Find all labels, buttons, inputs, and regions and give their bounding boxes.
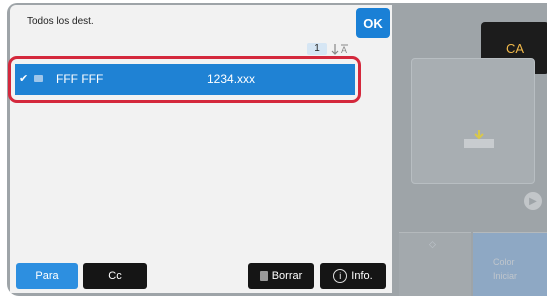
- ok-label: OK: [363, 15, 383, 31]
- preview-panel: [411, 58, 535, 184]
- color-start-button: Color Iniciar: [473, 232, 547, 296]
- dialog-title: Todos los dest.: [27, 16, 94, 27]
- borrar-button[interactable]: Borrar: [248, 263, 314, 289]
- start-label: Iniciar: [493, 271, 518, 281]
- borrar-label: Borrar: [271, 270, 303, 282]
- para-label: Para: [35, 270, 59, 282]
- bw-start-button: ◇: [399, 232, 471, 296]
- destination-counter: 1: [307, 43, 327, 55]
- scan-icon: [464, 130, 494, 148]
- ok-button[interactable]: OK: [356, 8, 390, 38]
- info-label: Info.: [351, 270, 373, 282]
- selection-highlight: [8, 56, 361, 103]
- info-button[interactable]: i Info.: [320, 263, 386, 289]
- cc-button[interactable]: Cc: [83, 263, 147, 289]
- para-button[interactable]: Para: [16, 263, 78, 289]
- color-label: Color: [493, 257, 515, 267]
- trash-icon: [259, 271, 268, 281]
- bw-icon: ◇: [429, 239, 436, 249]
- info-icon: i: [333, 269, 348, 283]
- cc-label: Cc: [108, 270, 122, 282]
- svg-text:A: A: [341, 45, 347, 55]
- sort-az-icon[interactable]: A: [330, 41, 352, 57]
- play-icon: ▶: [524, 192, 542, 210]
- ca-label: CA: [505, 40, 525, 56]
